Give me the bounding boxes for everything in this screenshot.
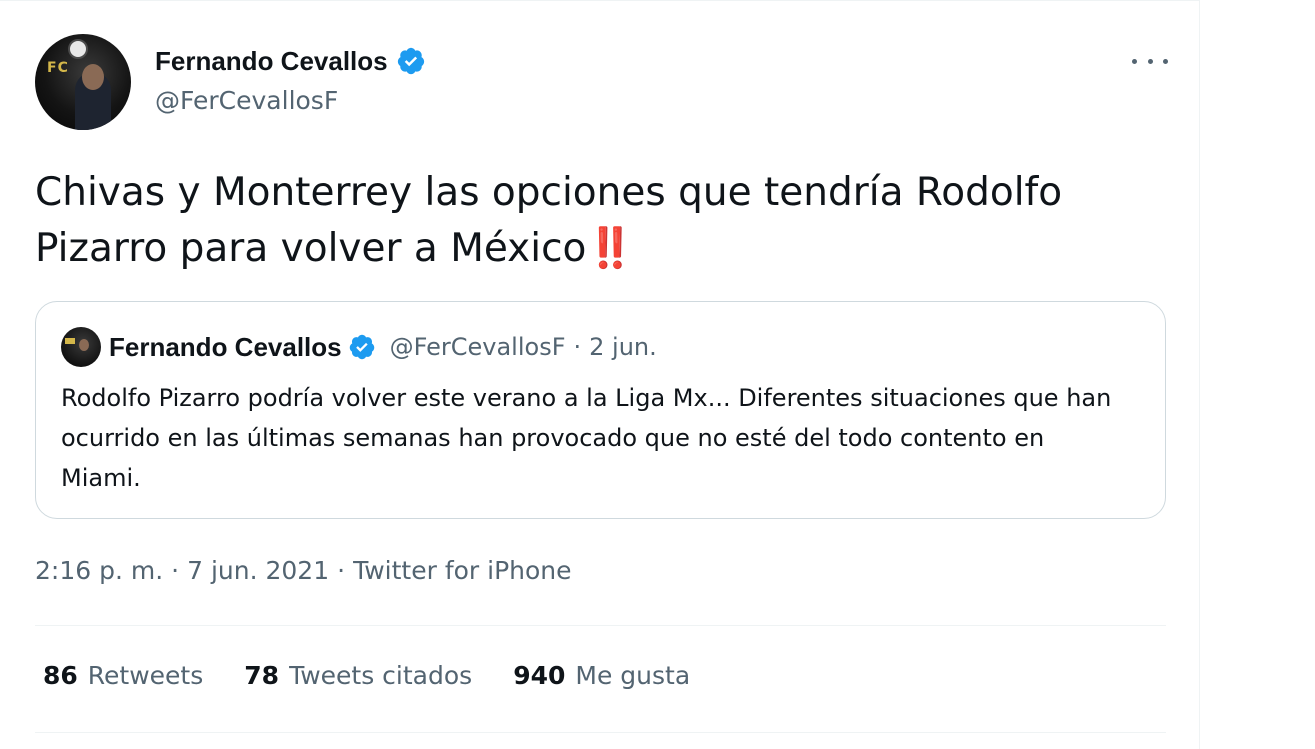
tweet-date[interactable]: 7 jun. 2021 xyxy=(187,556,329,585)
quote-tweets-label: Tweets citados xyxy=(289,661,473,690)
author-display-name[interactable]: Fernando Cevallos xyxy=(155,46,388,77)
tweet-header: FC Fernando Cevallos @FerCevallosF xyxy=(35,34,1168,130)
tweet-panel: FC Fernando Cevallos @FerCevallosF Chiva… xyxy=(0,0,1200,749)
quoted-author-avatar xyxy=(61,327,101,367)
tweet-stats: 86 Retweets 78 Tweets citados 940 Me gus… xyxy=(43,661,731,690)
quoted-avatar-logo-graphic xyxy=(65,338,75,344)
author-name-row[interactable]: Fernando Cevallos xyxy=(155,45,426,77)
tweet-text: Chivas y Monterrey las opciones que tend… xyxy=(35,165,1165,277)
divider-top xyxy=(35,625,1166,626)
retweets-stat[interactable]: 86 Retweets xyxy=(43,661,203,690)
avatar-face-graphic xyxy=(82,64,104,90)
quoted-tweet-text: Rodolfo Pizarro podría volver este veran… xyxy=(61,384,1112,492)
quoted-tweet-date: 2 jun. xyxy=(589,333,657,361)
quoted-tweet-card[interactable]: Fernando Cevallos @FerCevallosF · 2 jun.… xyxy=(35,301,1166,519)
quoted-tweet-header: Fernando Cevallos @FerCevallosF · 2 jun. xyxy=(61,327,657,367)
more-options-button[interactable] xyxy=(1132,52,1168,70)
avatar-ball-graphic xyxy=(68,39,88,59)
author-avatar[interactable]: FC xyxy=(35,34,131,130)
quote-tweets-count: 78 xyxy=(244,661,280,690)
quoted-avatar-face-graphic xyxy=(79,339,89,351)
verified-badge-icon xyxy=(397,47,424,75)
divider-bottom xyxy=(35,732,1166,733)
tweet-meta: 2:16 p. m. · 7 jun. 2021 · Twitter for i… xyxy=(35,556,572,585)
likes-label: Me gusta xyxy=(575,661,691,690)
tweet-time[interactable]: 2:16 p. m. xyxy=(35,556,163,585)
author-handle[interactable]: @FerCevallosF xyxy=(155,86,338,115)
meta-separator: · xyxy=(337,556,346,585)
tweet-text-body: Chivas y Monterrey las opciones que tend… xyxy=(35,170,1063,271)
quoted-separator: · xyxy=(573,333,582,361)
more-horizontal-icon-dot xyxy=(1147,58,1153,64)
avatar-logo: FC xyxy=(47,60,69,76)
likes-count: 940 xyxy=(513,661,566,690)
retweets-label: Retweets xyxy=(87,661,204,690)
double-exclamation-emoji: ‼️ xyxy=(586,226,635,271)
retweets-count: 86 xyxy=(43,661,78,690)
meta-separator: · xyxy=(171,556,180,585)
verified-badge-icon xyxy=(349,334,374,360)
likes-stat[interactable]: 940 Me gusta xyxy=(513,661,690,690)
more-horizontal-icon xyxy=(1132,58,1137,64)
more-horizontal-icon-dot xyxy=(1163,58,1168,64)
quoted-author-handle: @FerCevallosF xyxy=(389,333,566,361)
quoted-author-display-name: Fernando Cevallos xyxy=(109,331,342,362)
quote-tweets-stat[interactable]: 78 Tweets citados xyxy=(244,661,472,690)
tweet-source-link[interactable]: Twitter for iPhone xyxy=(353,556,571,585)
